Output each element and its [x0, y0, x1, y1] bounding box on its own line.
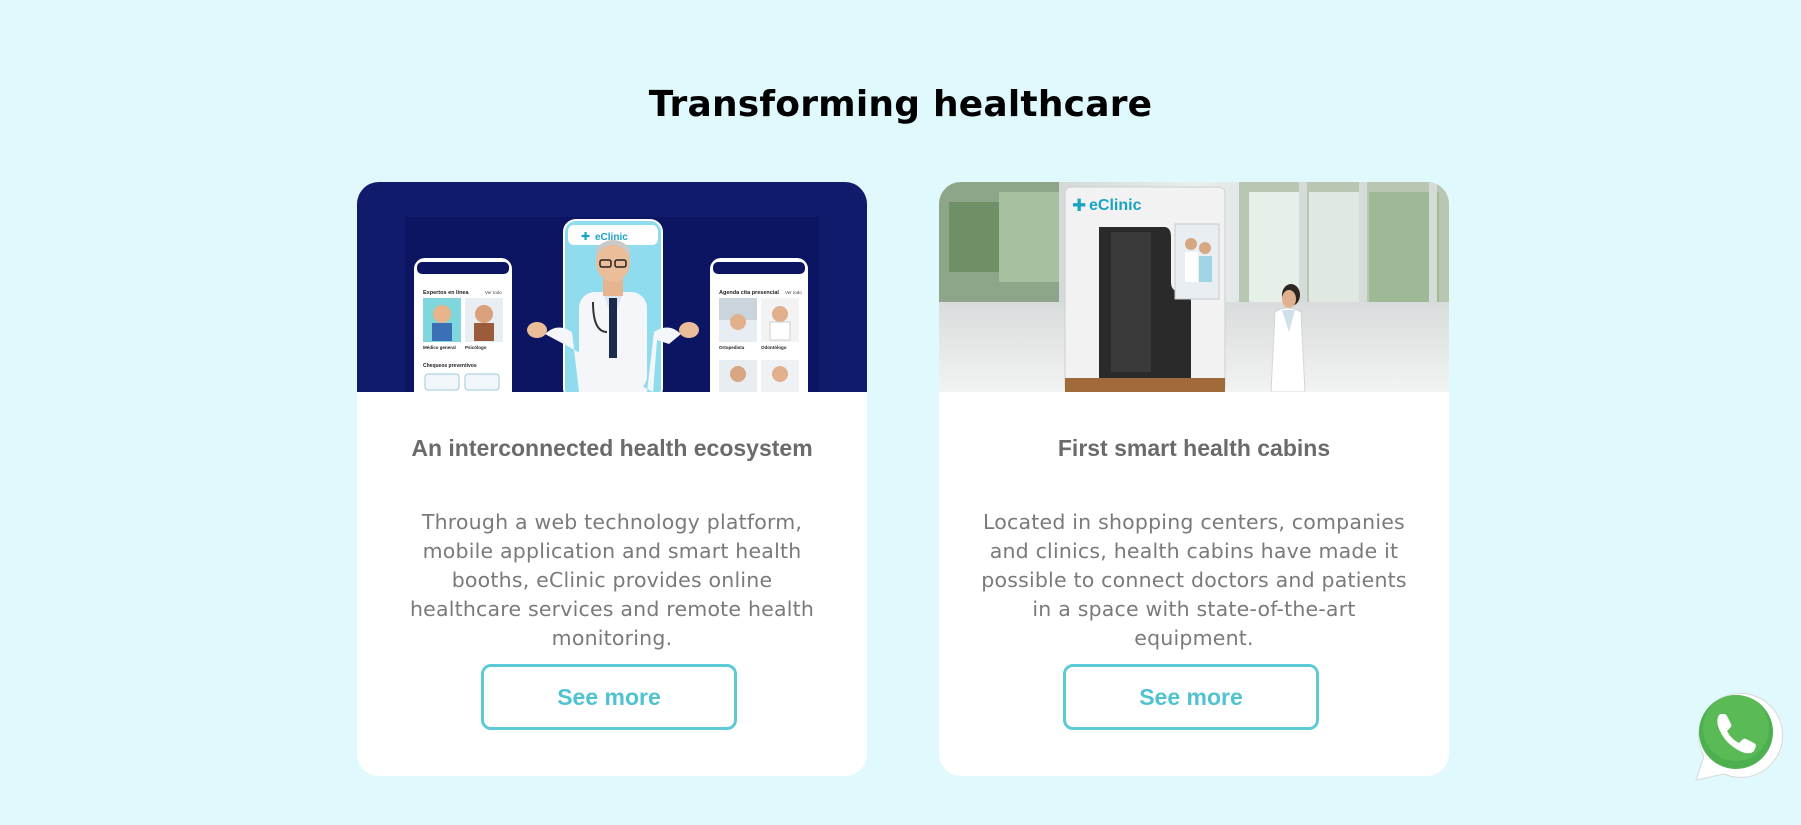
- see-more-button[interactable]: See more: [481, 664, 737, 730]
- svg-text:✚: ✚: [1072, 196, 1086, 216]
- right-phone-heading: Agenda cita presencial: [719, 290, 779, 296]
- left-phone-mockup: Expertos en línea Ver todo Médico genera…: [412, 256, 514, 392]
- whatsapp-icon[interactable]: [1684, 684, 1784, 784]
- left-phone-section: Chequeos preventivos: [423, 363, 477, 369]
- section-title: Transforming healthcare: [648, 84, 1153, 126]
- cabin-brand-text: eClinic: [1089, 197, 1142, 214]
- cabin-illustration: eClinic ✚: [1064, 186, 1226, 392]
- left-phone-heading: Expertos en línea: [423, 290, 469, 296]
- left-phone-tile2: Psicólogo: [465, 345, 487, 350]
- left-phone-link: Ver todo: [485, 290, 502, 295]
- left-phone-tile1: Médico general: [423, 345, 456, 350]
- card-health-ecosystem: Expertos en línea Ver todo Médico genera…: [357, 182, 867, 776]
- card-title: First smart health cabins: [1057, 435, 1331, 461]
- right-phone-tile2: Odontólogo: [761, 345, 787, 350]
- right-phone-link: Ver todo: [785, 290, 802, 295]
- card-description: Located in shopping centers, companies a…: [981, 510, 1407, 650]
- health-cabin-photo: eClinic ✚: [939, 182, 1449, 392]
- card-description: Through a web technology platform, mobil…: [409, 510, 815, 650]
- app-screens-image: Expertos en línea Ver todo Médico genera…: [357, 182, 867, 392]
- right-phone-mockup: Agenda cita presencial Ver todo Ortopedi…: [708, 256, 810, 392]
- card-title: An interconnected health ecosystem: [411, 435, 813, 461]
- svg-text:✚: ✚: [581, 230, 590, 243]
- right-phone-tile1: Ortopedista: [719, 345, 745, 350]
- see-more-button[interactable]: See more: [1063, 664, 1319, 730]
- card-health-cabins: eClinic ✚ First smart health cabins Loca…: [939, 182, 1449, 776]
